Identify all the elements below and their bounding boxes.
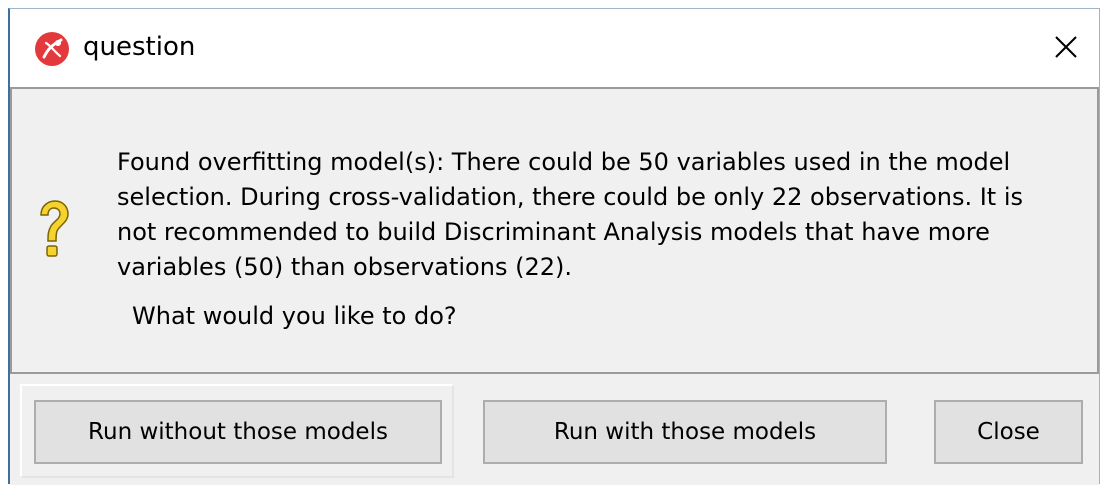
run-without-models-button[interactable]: Run without those models: [34, 400, 442, 464]
button-bar: Run without those models Run with those …: [10, 374, 1099, 485]
run-with-models-button[interactable]: Run with those models: [483, 400, 887, 464]
close-icon[interactable]: [1050, 31, 1082, 63]
close-button[interactable]: Close: [934, 400, 1083, 464]
question-mark-icon: [40, 200, 69, 257]
question-dialog: question Found overfitting model(s): The…: [8, 8, 1100, 485]
app-logo-icon: [35, 32, 69, 66]
title-bar[interactable]: question: [10, 9, 1099, 87]
prompt-text: What would you like to do?: [132, 302, 457, 330]
message-panel: Found overfitting model(s): There could …: [10, 87, 1099, 374]
message-text: Found overfitting model(s): There could …: [117, 148, 1024, 281]
window-title: question: [83, 32, 196, 62]
